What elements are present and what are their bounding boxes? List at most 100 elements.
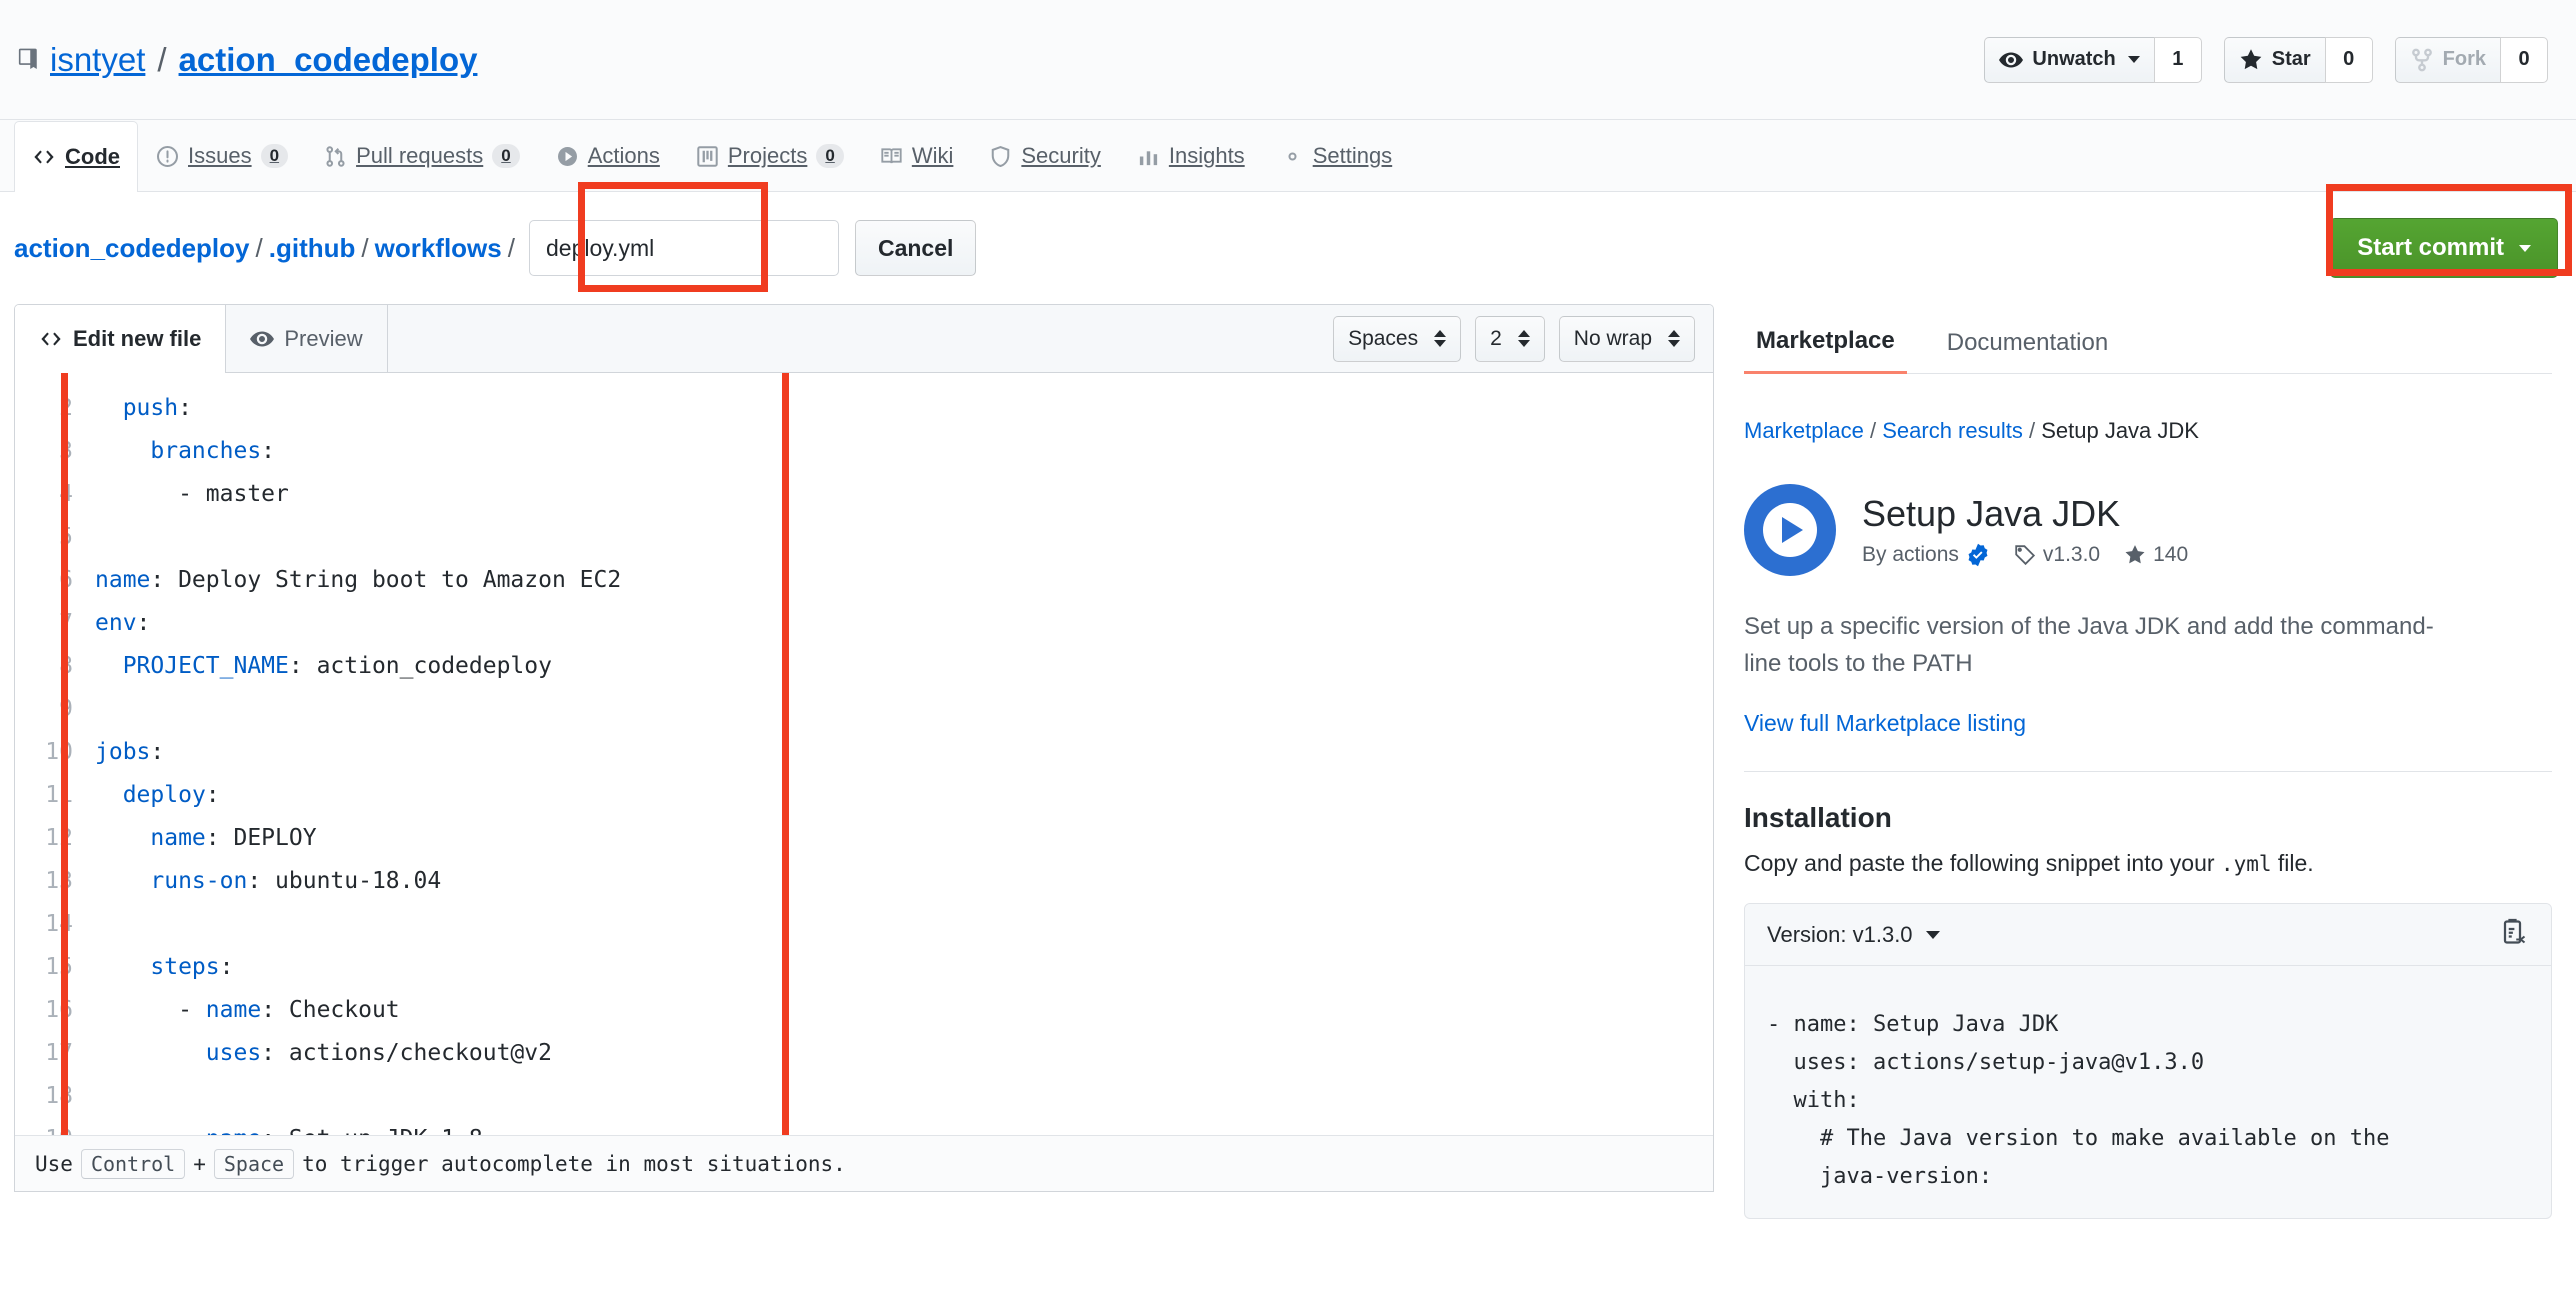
code-editor[interactable]: 2 push: 3 branches: 4 - master 5 6 name: Depl…: [15, 373, 1713, 1135]
code-text: name: Deploy String boot to Amazon EC2: [95, 567, 622, 593]
repo-owner-link[interactable]: isntyet: [50, 43, 145, 76]
indent-mode-select[interactable]: Spaces: [1333, 315, 1462, 362]
fork-count[interactable]: 0: [2500, 36, 2548, 83]
nav-tab-issues-label: Issues: [188, 143, 252, 168]
action-header: Setup Java JDK By actions v1.3.0 140: [1744, 484, 2552, 576]
line-number: 6: [59, 567, 73, 593]
watch-count[interactable]: 1: [2153, 36, 2202, 83]
watch-button-group: Unwatch 1: [1984, 36, 2202, 83]
code-line: 18: [15, 1075, 1713, 1118]
code-line: 10 jobs:: [15, 731, 1713, 774]
breadcrumb-marketplace[interactable]: Marketplace: [1744, 418, 1864, 443]
status-prefix: Use: [35, 1151, 73, 1176]
verified-badge-icon: [1968, 543, 1988, 566]
filename-input[interactable]: [528, 220, 839, 276]
unwatch-button[interactable]: Unwatch: [1984, 36, 2154, 83]
install-desc-before: Copy and paste the following snippet int…: [1744, 850, 2221, 877]
start-commit-button[interactable]: Start commit: [2330, 218, 2558, 278]
nav-tab-security[interactable]: Security: [971, 120, 1118, 191]
breadcrumb-sep-1: /: [255, 232, 263, 263]
action-stars-count: 140: [2153, 542, 2189, 566]
breadcrumb-workflows[interactable]: workflows: [375, 233, 502, 264]
breadcrumb-repo[interactable]: action_codedeploy: [14, 233, 250, 264]
shield-icon: [992, 145, 1010, 167]
line-number: 10: [45, 739, 73, 765]
nav-tab-code[interactable]: Code: [14, 121, 138, 192]
code-line: 2 push:: [15, 387, 1713, 430]
tab-documentation[interactable]: Documentation: [1935, 329, 2120, 373]
snippet-code: - name: Setup Java JDK uses: actions/set…: [1745, 988, 2551, 1197]
action-header-text: Setup Java JDK By actions v1.3.0 140: [1862, 493, 2204, 566]
fork-button[interactable]: Fork: [2394, 36, 2500, 83]
chevron-down-icon: [2519, 244, 2531, 252]
code-line: 13 runs-on: ubuntu-18.04: [15, 860, 1713, 903]
nav-tab-wiki[interactable]: Wiki: [862, 120, 972, 191]
repo-name-link[interactable]: action_codedeploy: [179, 43, 478, 76]
star-button[interactable]: Star: [2223, 36, 2325, 83]
line-number: 4: [59, 481, 73, 507]
code-line: 15 steps:: [15, 946, 1713, 989]
breadcrumb-github[interactable]: .github: [269, 233, 356, 264]
nav-tab-pull-requests[interactable]: Pull requests 0: [306, 120, 538, 191]
star-count[interactable]: 0: [2324, 36, 2373, 83]
chevron-down-icon: [1925, 930, 1940, 939]
code-text: deploy:: [122, 782, 220, 808]
tab-marketplace[interactable]: Marketplace: [1744, 327, 1907, 374]
nav-tab-actions-label: Actions: [587, 143, 660, 168]
nav-tab-projects-counter: 0: [816, 143, 844, 169]
project-icon: [697, 145, 718, 167]
wrap-mode-select[interactable]: No wrap: [1558, 315, 1695, 362]
nav-tab-issues[interactable]: Issues 0: [138, 120, 306, 191]
nav-tab-projects-label: Projects: [727, 143, 808, 168]
nav-tab-actions[interactable]: Actions: [538, 120, 678, 191]
line-number: 16: [45, 997, 73, 1023]
wrap-mode-value: No wrap: [1573, 326, 1652, 350]
start-commit-label: Start commit: [2357, 234, 2504, 261]
repo-slash: /: [157, 41, 167, 78]
line-number: 3: [59, 438, 73, 464]
star-icon: [2240, 48, 2262, 69]
nav-tab-insights[interactable]: Insights: [1119, 120, 1263, 191]
editor-toolbar: Edit new file Preview Spaces 2 No wrap: [15, 305, 1713, 373]
start-commit-wrap: Start commit: [2330, 218, 2558, 278]
action-author: By actions: [1862, 543, 1990, 567]
code-text: uses: actions/checkout@v2: [205, 1040, 552, 1066]
kbd-space: Space: [213, 1148, 295, 1179]
line-number: 13: [45, 868, 73, 894]
code-line: 16 - name: Checkout: [15, 989, 1713, 1032]
star-label: Star: [2271, 48, 2311, 70]
code-text: branches:: [150, 438, 276, 464]
code-text: runs-on: ubuntu-18.04: [150, 868, 442, 894]
marketplace-sidebar: Marketplace Documentation Marketplace / …: [1744, 304, 2562, 1310]
fork-icon: [2411, 48, 2432, 71]
indent-size-select[interactable]: 2: [1475, 315, 1545, 362]
line-number: 14: [45, 911, 73, 937]
code-line: 8 PROJECT_NAME: action_codedeploy: [15, 645, 1713, 688]
snippet-version-dropdown[interactable]: Version: v1.3.0: [1767, 922, 1940, 948]
cancel-button[interactable]: Cancel: [854, 220, 977, 276]
breadcrumb-current: Setup Java JDK: [2041, 418, 2199, 443]
code-text: PROJECT_NAME: action_codedeploy: [122, 653, 552, 679]
action-version-label: v1.3.0: [2042, 542, 2101, 566]
tab-edit-new-file[interactable]: Edit new file: [15, 305, 227, 373]
star-button-group: Star 0: [2223, 36, 2373, 83]
nav-tab-pull-requests-label: Pull requests: [356, 143, 484, 168]
nav-tab-projects[interactable]: Projects 0: [678, 120, 862, 191]
status-plus: +: [193, 1151, 206, 1176]
installation-description: Copy and paste the following snippet int…: [1744, 850, 2552, 877]
book-icon: [881, 147, 902, 163]
breadcrumb-search-results[interactable]: Search results: [1882, 418, 2023, 443]
repo-icon: [18, 48, 37, 69]
tab-preview[interactable]: Preview: [226, 305, 388, 372]
play-icon: [557, 146, 577, 166]
view-marketplace-listing-link[interactable]: View full Marketplace listing: [1744, 710, 2552, 737]
code-text: push:: [122, 395, 192, 421]
graph-icon: [1139, 150, 1157, 165]
issue-icon: [157, 145, 178, 167]
copy-to-clipboard-icon[interactable]: [2499, 917, 2529, 952]
nav-tab-settings[interactable]: Settings: [1263, 120, 1411, 191]
code-icon: [34, 150, 54, 163]
action-version: v1.3.0: [2014, 543, 2100, 567]
code-icon: [41, 332, 61, 345]
line-number: 7: [59, 610, 73, 636]
